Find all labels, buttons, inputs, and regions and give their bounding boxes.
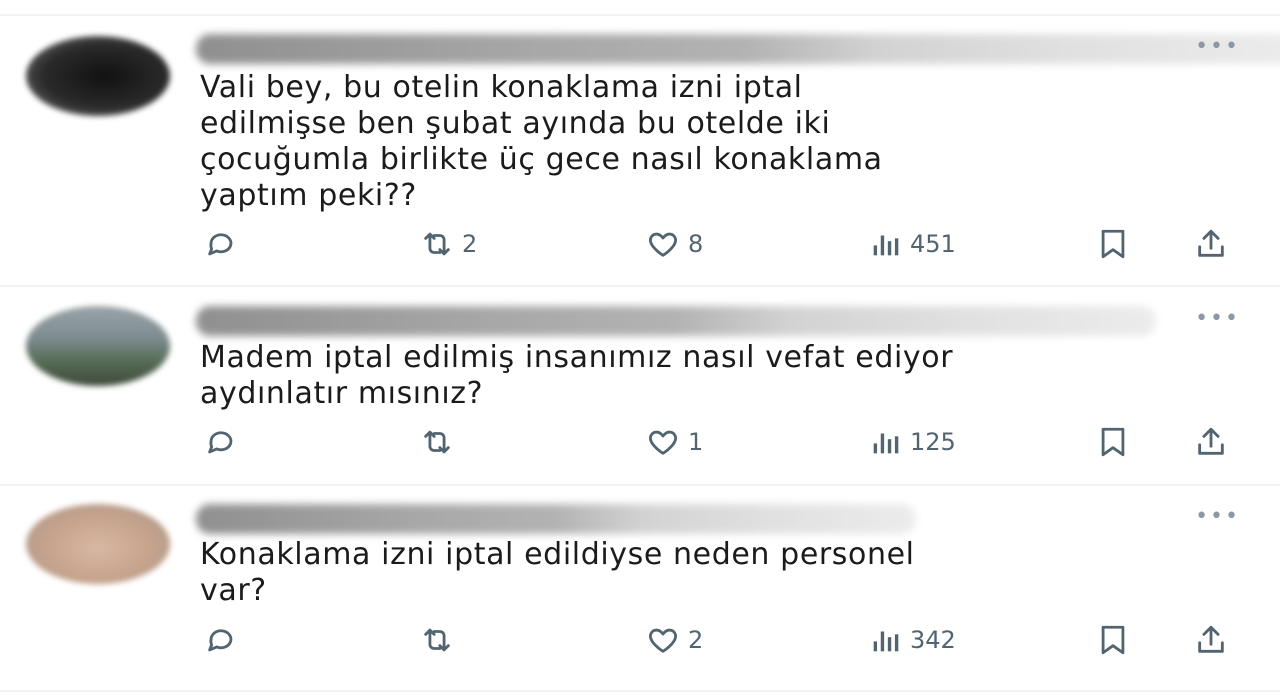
author-name-blurred[interactable] [196,504,916,534]
views-count: 451 [910,230,956,258]
share-button[interactable] [1194,422,1228,462]
like-count: 8 [688,230,704,258]
tweet-divider [0,484,1280,486]
views-button[interactable]: 125 [868,422,956,462]
reply-icon [208,629,233,652]
more-options-icon[interactable]: ••• [1195,34,1240,59]
action-bar: 2 8 451 [0,224,1280,264]
bookmark-icon [1101,625,1125,655]
views-count: 125 [910,428,956,456]
like-count: 1 [688,428,704,456]
avatar[interactable] [26,36,170,116]
author-name-blurred[interactable] [196,34,1280,64]
retweet-icon [424,430,450,454]
reply-icon [208,233,233,256]
bookmark-button[interactable] [1096,224,1130,264]
like-icon [649,430,677,455]
action-bar: 1 125 [0,422,1280,462]
views-button[interactable]: 342 [868,620,956,660]
retweet-button[interactable]: 2 [420,224,477,264]
share-icon [1198,625,1224,653]
top-divider [0,14,1280,16]
views-button[interactable]: 451 [868,224,956,264]
retweet-button[interactable] [420,620,462,660]
tweet-text: Vali bey, bu otelin konaklama izni iptal… [200,70,883,213]
like-button[interactable]: 2 [646,620,703,660]
retweet-icon [424,232,450,256]
action-bar: 2 342 [0,620,1280,660]
avatar[interactable] [26,306,170,386]
views-icon [873,433,899,454]
bookmark-button[interactable] [1096,620,1130,660]
views-icon [873,631,899,652]
bookmark-icon [1101,229,1125,259]
reply-button[interactable] [204,422,246,462]
retweet-count: 2 [462,230,478,258]
like-button[interactable]: 8 [646,224,703,264]
like-count: 2 [688,626,704,654]
bottom-divider [0,690,1280,692]
retweet-icon [424,628,450,652]
more-options-icon[interactable]: ••• [1195,504,1240,529]
author-name-blurred[interactable] [196,306,1156,336]
tweet-text: Madem iptal edilmiş insanımız nasıl vefa… [200,340,954,411]
like-icon [649,232,677,257]
reply-icon [208,431,233,454]
more-options-icon[interactable]: ••• [1195,306,1240,331]
retweet-button[interactable] [420,422,462,462]
reply-button[interactable] [204,620,246,660]
bookmark-icon [1101,427,1125,457]
share-icon [1198,229,1224,257]
bookmark-button[interactable] [1096,422,1130,462]
tweet-text: Konaklama izni iptal edildiyse neden per… [200,537,915,608]
avatar[interactable] [26,504,170,584]
share-icon [1198,427,1224,455]
like-button[interactable]: 1 [646,422,703,462]
share-button[interactable] [1194,224,1228,264]
views-count: 342 [910,626,956,654]
reply-button[interactable] [204,224,246,264]
like-icon [649,628,677,653]
tweet-divider [0,285,1280,287]
share-button[interactable] [1194,620,1228,660]
views-icon [873,235,899,256]
